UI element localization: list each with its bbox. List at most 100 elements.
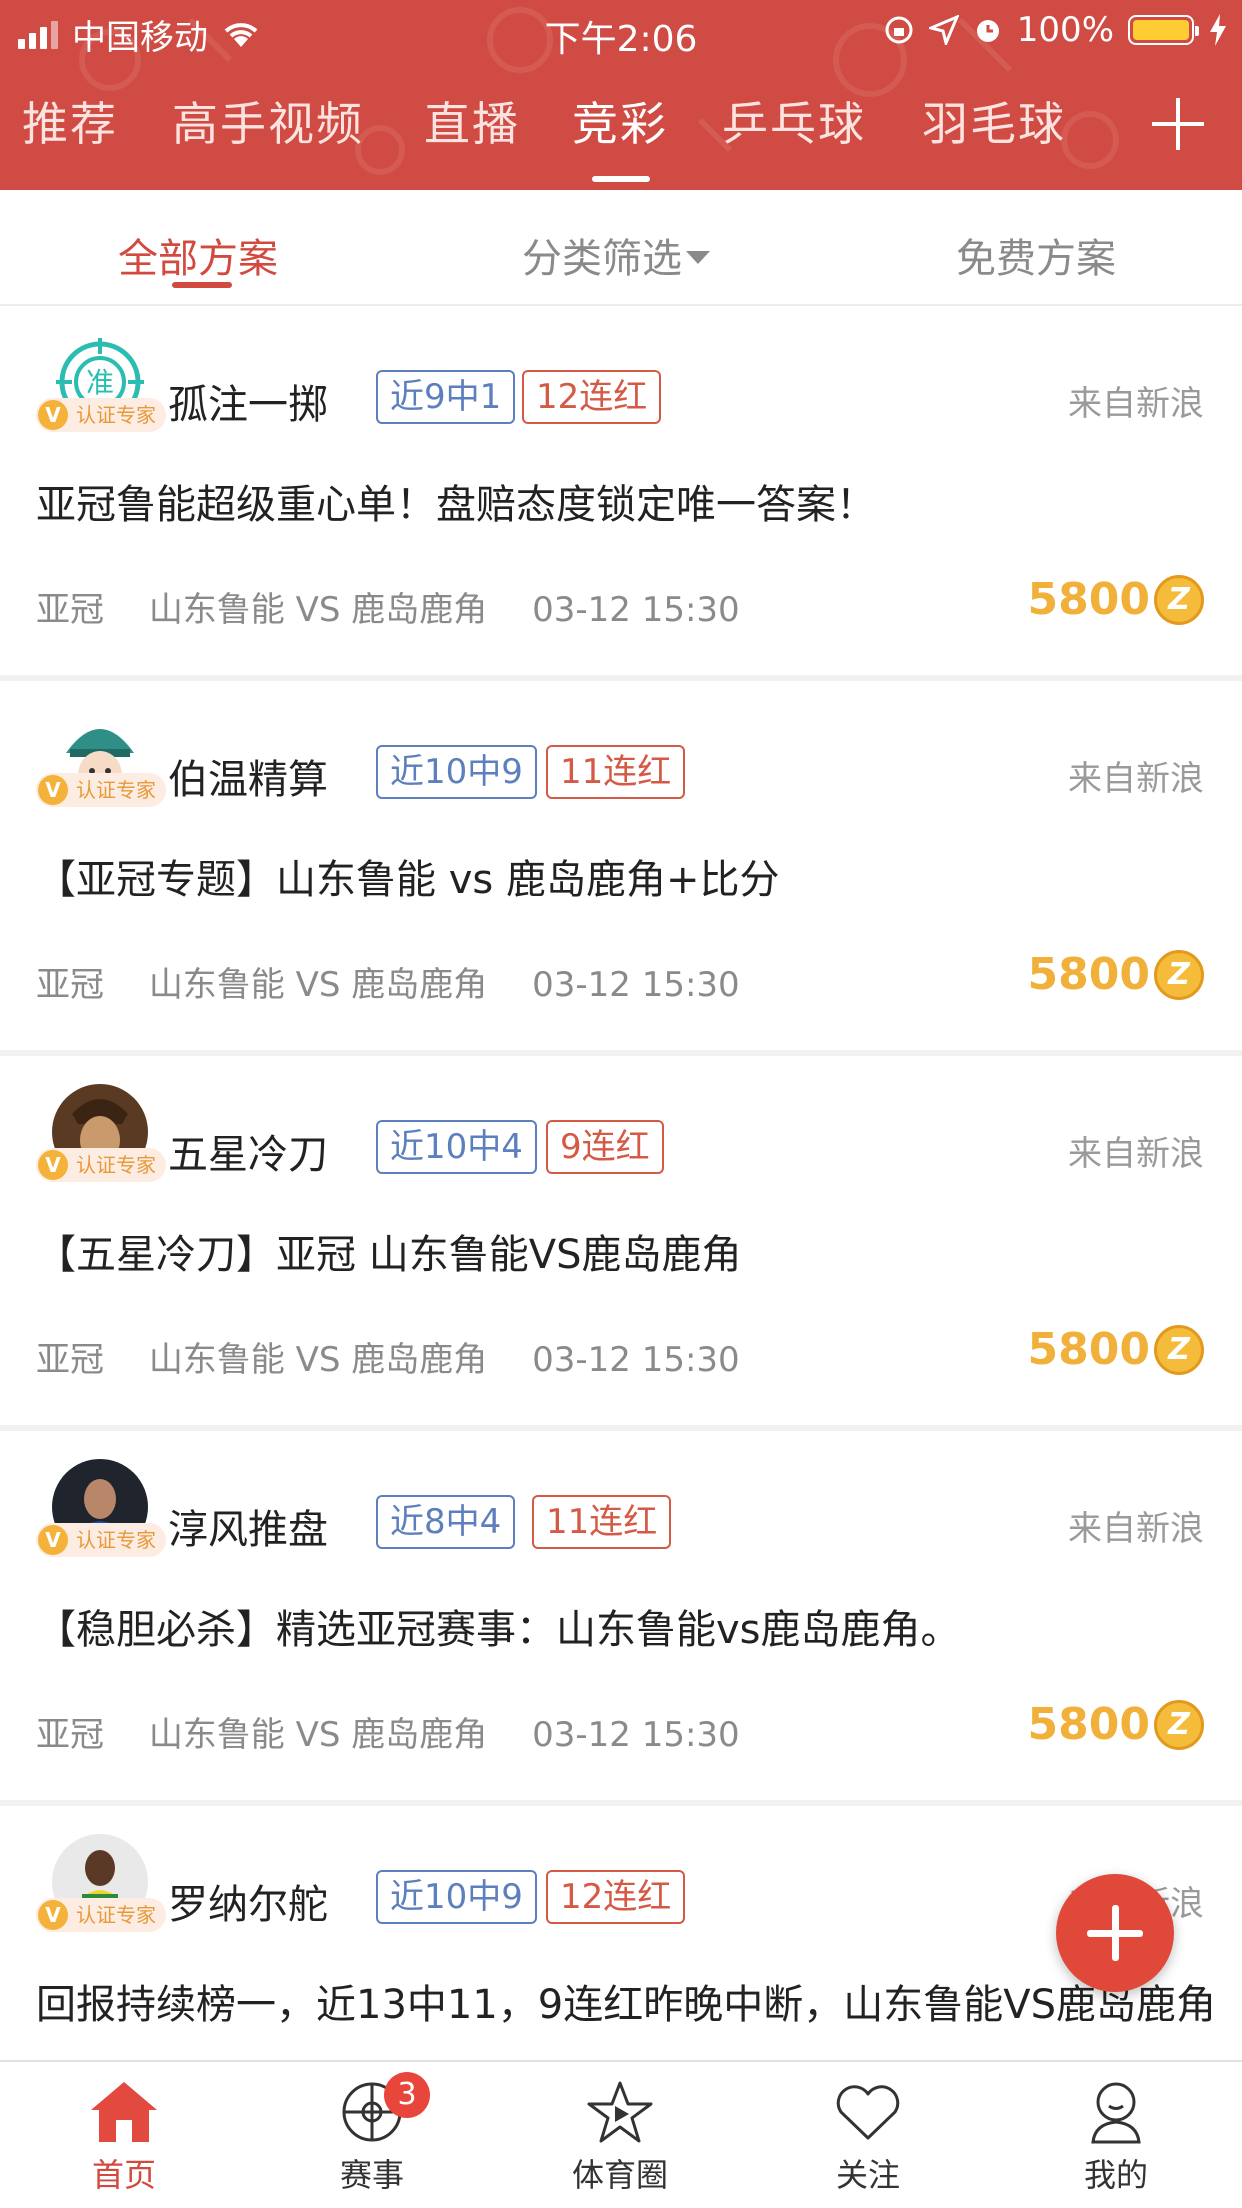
cert-label: 认证专家 — [76, 1528, 156, 1552]
match-meta: 亚冠 山东鲁能 VS 鹿岛鹿角 03-12 15:30 — [36, 582, 774, 631]
record-badge: 近9中1 — [376, 370, 516, 424]
price: 5800 Z — [1028, 574, 1204, 625]
certified-expert-badge: V 认证专家 — [36, 773, 166, 807]
coin-icon: Z — [1154, 574, 1204, 625]
author-name[interactable]: 孤注一掷 — [168, 372, 328, 430]
price-value: 5800 — [1027, 574, 1150, 625]
source-label: 来自新浪 — [1068, 1509, 1204, 1549]
tab-table-tennis[interactable]: 乒乓球 — [722, 88, 866, 154]
subtab-filter[interactable]: 分类筛选 — [522, 226, 710, 284]
plan-feed: 准 V 认证专家 孤注一掷 近9中1 12连红 来自新浪 亚冠鲁能超级重心单！盘赔… — [0, 306, 1242, 2060]
price: 5800 Z — [1028, 1699, 1204, 1750]
match-teams: 山东鲁能 VS 鹿岛鹿角 — [148, 1340, 488, 1380]
plan-card[interactable]: V 认证专家 五星冷刀 近10中4 9连红 来自新浪 【五星冷刀】亚冠 山东鲁能V… — [0, 1056, 1242, 1431]
price: 5800 Z — [1028, 1324, 1204, 1375]
notification-badge: 3 — [384, 2072, 430, 2118]
home-icon — [91, 2082, 157, 2142]
certified-expert-badge: V 认证专家 — [36, 1898, 166, 1932]
plan-title[interactable]: 回报持续榜一，近13中11，9连红昨晚中断，山东鲁能VS鹿岛鹿角 — [36, 1972, 1216, 2030]
subtab-filter-label: 分类筛选 — [522, 236, 682, 282]
add-channel-icon[interactable] — [1152, 98, 1204, 150]
profile-icon — [1091, 2082, 1141, 2144]
match-meta: 亚冠 山东鲁能 VS 鹿岛鹿角 03-12 15:30 — [36, 957, 774, 1006]
league: 亚冠 — [36, 1340, 104, 1380]
nav-mine-label: 我的 — [1083, 2156, 1148, 2194]
record-badge: 近10中9 — [376, 745, 537, 799]
v-badge-icon: V — [38, 400, 68, 430]
tab-lottery[interactable]: 竞彩 — [572, 88, 668, 154]
nav-follow[interactable]: 关注 — [788, 2080, 948, 2196]
avatar-text: 准 — [86, 366, 114, 399]
battery-icon — [1128, 15, 1199, 45]
nav-home[interactable]: 首页 — [44, 2080, 204, 2196]
match-time: 03-12 15:30 — [532, 965, 740, 1005]
match-teams: 山东鲁能 VS 鹿岛鹿角 — [148, 965, 488, 1005]
subtab-free-plans[interactable]: 免费方案 — [956, 226, 1116, 284]
plan-title[interactable]: 【稳胆必杀】精选亚冠赛事：山东鲁能vs鹿岛鹿角。 — [36, 1597, 1216, 1655]
streak-badge: 12连红 — [546, 1870, 686, 1924]
match-time: 03-12 15:30 — [532, 1340, 740, 1380]
v-badge-icon: V — [38, 775, 68, 805]
dropdown-caret-icon — [686, 250, 710, 264]
plan-title[interactable]: 亚冠鲁能超级重心单！盘赔态度锁定唯一答案！ — [36, 472, 1216, 530]
coin-icon: Z — [1154, 949, 1204, 1000]
cert-label: 认证专家 — [76, 403, 156, 427]
streak-badge: 11连红 — [546, 745, 686, 799]
alarm-icon — [976, 20, 999, 42]
coin-icon: Z — [1154, 1699, 1204, 1750]
v-badge-icon: V — [38, 1150, 68, 1180]
coin-icon: Z — [1154, 1324, 1204, 1375]
nav-home-label: 首页 — [91, 2156, 156, 2194]
nav-sports-circle-label: 体育圈 — [571, 2156, 668, 2194]
certified-expert-badge: V 认证专家 — [36, 1523, 166, 1557]
price-value: 5800 — [1027, 1324, 1150, 1375]
tab-expert-video[interactable]: 高手视频 — [172, 88, 364, 154]
bottom-nav: 首页 3 赛事 体育圈 关注 我的 — [0, 2060, 1242, 2208]
author-name[interactable]: 五星冷刀 — [168, 1122, 328, 1180]
plan-subtabs: 全部方案 分类筛选 免费方案 — [0, 190, 1242, 306]
plan-card[interactable]: V 认证专家 淳风推盘 近8中4 11连红 来自新浪 【稳胆必杀】精选亚冠赛事：山… — [0, 1431, 1242, 1806]
tab-live[interactable]: 直播 — [424, 88, 520, 154]
tab-recommend[interactable]: 推荐 — [22, 88, 118, 154]
league: 亚冠 — [36, 590, 104, 630]
match-teams: 山东鲁能 VS 鹿岛鹿角 — [148, 1715, 488, 1755]
location-icon — [928, 15, 959, 45]
price: 5800 Z — [1028, 949, 1204, 1000]
v-badge-icon: V — [38, 1525, 68, 1555]
plan-card[interactable]: 准 V 认证专家 孤注一掷 近9中1 12连红 来自新浪 亚冠鲁能超级重心单！盘赔… — [0, 306, 1242, 681]
subtab-all-plans[interactable]: 全部方案 — [118, 226, 278, 284]
plan-title[interactable]: 【五星冷刀】亚冠 山东鲁能VS鹿岛鹿角 — [36, 1222, 1216, 1280]
record-badge: 近8中4 — [376, 1495, 516, 1549]
certified-expert-badge: V 认证专家 — [36, 1148, 166, 1182]
certified-expert-badge: V 认证专家 — [36, 398, 166, 432]
star-play-icon — [587, 2081, 653, 2143]
v-badge-icon: V — [38, 1900, 68, 1930]
plan-title[interactable]: 【亚冠专题】山东鲁能 vs 鹿岛鹿角+比分 — [36, 847, 1216, 905]
nav-matches[interactable]: 3 赛事 — [292, 2072, 452, 2196]
plan-card[interactable]: V 认证专家 伯温精算 近10中9 11连红 来自新浪 【亚冠专题】山东鲁能 vs… — [0, 681, 1242, 1056]
price-value: 5800 — [1027, 1699, 1150, 1750]
cert-label: 认证专家 — [76, 778, 156, 802]
match-time: 03-12 15:30 — [532, 590, 740, 630]
tab-badminton[interactable]: 羽毛球 — [922, 88, 1066, 154]
battery-percent: 100% — [1016, 10, 1114, 50]
nav-follow-label: 关注 — [835, 2156, 900, 2194]
match-meta: 亚冠 山东鲁能 VS 鹿岛鹿角 03-12 15:30 — [36, 1707, 774, 1756]
record-badge: 近10中4 — [376, 1120, 537, 1174]
nav-matches-label: 赛事 — [339, 2156, 404, 2194]
author-name[interactable]: 伯温精算 — [168, 747, 328, 805]
top-header: 中国移动 下午2:06 100% 推荐 高手视频 直播 竞彩 乒乓球 羽毛球 — [0, 0, 1242, 190]
nav-sports-circle[interactable]: 体育圈 — [540, 2080, 700, 2196]
match-meta: 亚冠 山东鲁能 VS 鹿岛鹿角 03-12 15:30 — [36, 1332, 774, 1381]
create-plan-button[interactable] — [1056, 1874, 1174, 1992]
channel-tabs: 推荐 高手视频 直播 竞彩 乒乓球 羽毛球 — [0, 88, 1242, 188]
rotation-lock-icon — [885, 16, 913, 44]
streak-badge: 12连红 — [522, 370, 662, 424]
active-tab-indicator — [592, 176, 650, 182]
nav-mine[interactable]: 我的 — [1036, 2080, 1196, 2196]
author-name[interactable]: 罗纳尔舵 — [168, 1872, 328, 1930]
cert-label: 认证专家 — [76, 1903, 156, 1927]
author-name[interactable]: 淳风推盘 — [168, 1497, 328, 1555]
cert-label: 认证专家 — [76, 1153, 156, 1177]
charging-icon — [1210, 14, 1226, 46]
